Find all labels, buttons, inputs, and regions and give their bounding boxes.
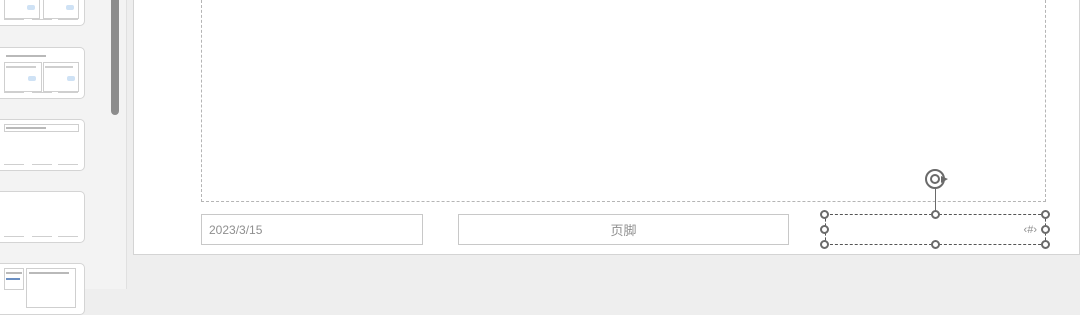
thumbnail-scrollbar[interactable] <box>111 0 119 115</box>
slide-thumbnail[interactable] <box>0 0 85 26</box>
content-placeholder[interactable] <box>201 0 1046 202</box>
slide-thumbnail[interactable] <box>0 47 85 99</box>
resize-handle-icon[interactable] <box>820 210 829 219</box>
slide-thumbnail[interactable] <box>0 119 85 171</box>
slide-number-text: ‹#› <box>1023 223 1037 236</box>
slide-thumbnail-panel <box>0 0 127 315</box>
resize-handle-icon[interactable] <box>931 210 940 219</box>
resize-handle-icon[interactable] <box>1041 210 1050 219</box>
date-text: 2023/3/15 <box>209 222 263 237</box>
rotate-handle-icon[interactable] <box>922 166 952 192</box>
resize-handle-icon[interactable] <box>931 240 940 249</box>
resize-handle-icon[interactable] <box>820 240 829 249</box>
footer-text: 页脚 <box>610 223 637 238</box>
resize-handle-icon[interactable] <box>1041 225 1050 234</box>
footer-placeholder[interactable]: 页脚 <box>458 214 789 245</box>
slide-thumbnail[interactable] <box>0 263 85 315</box>
resize-handle-icon[interactable] <box>1041 240 1050 249</box>
resize-handle-icon[interactable] <box>820 225 829 234</box>
slide-thumbnail[interactable] <box>0 191 85 243</box>
date-placeholder[interactable]: 2023/3/15 <box>201 214 423 245</box>
